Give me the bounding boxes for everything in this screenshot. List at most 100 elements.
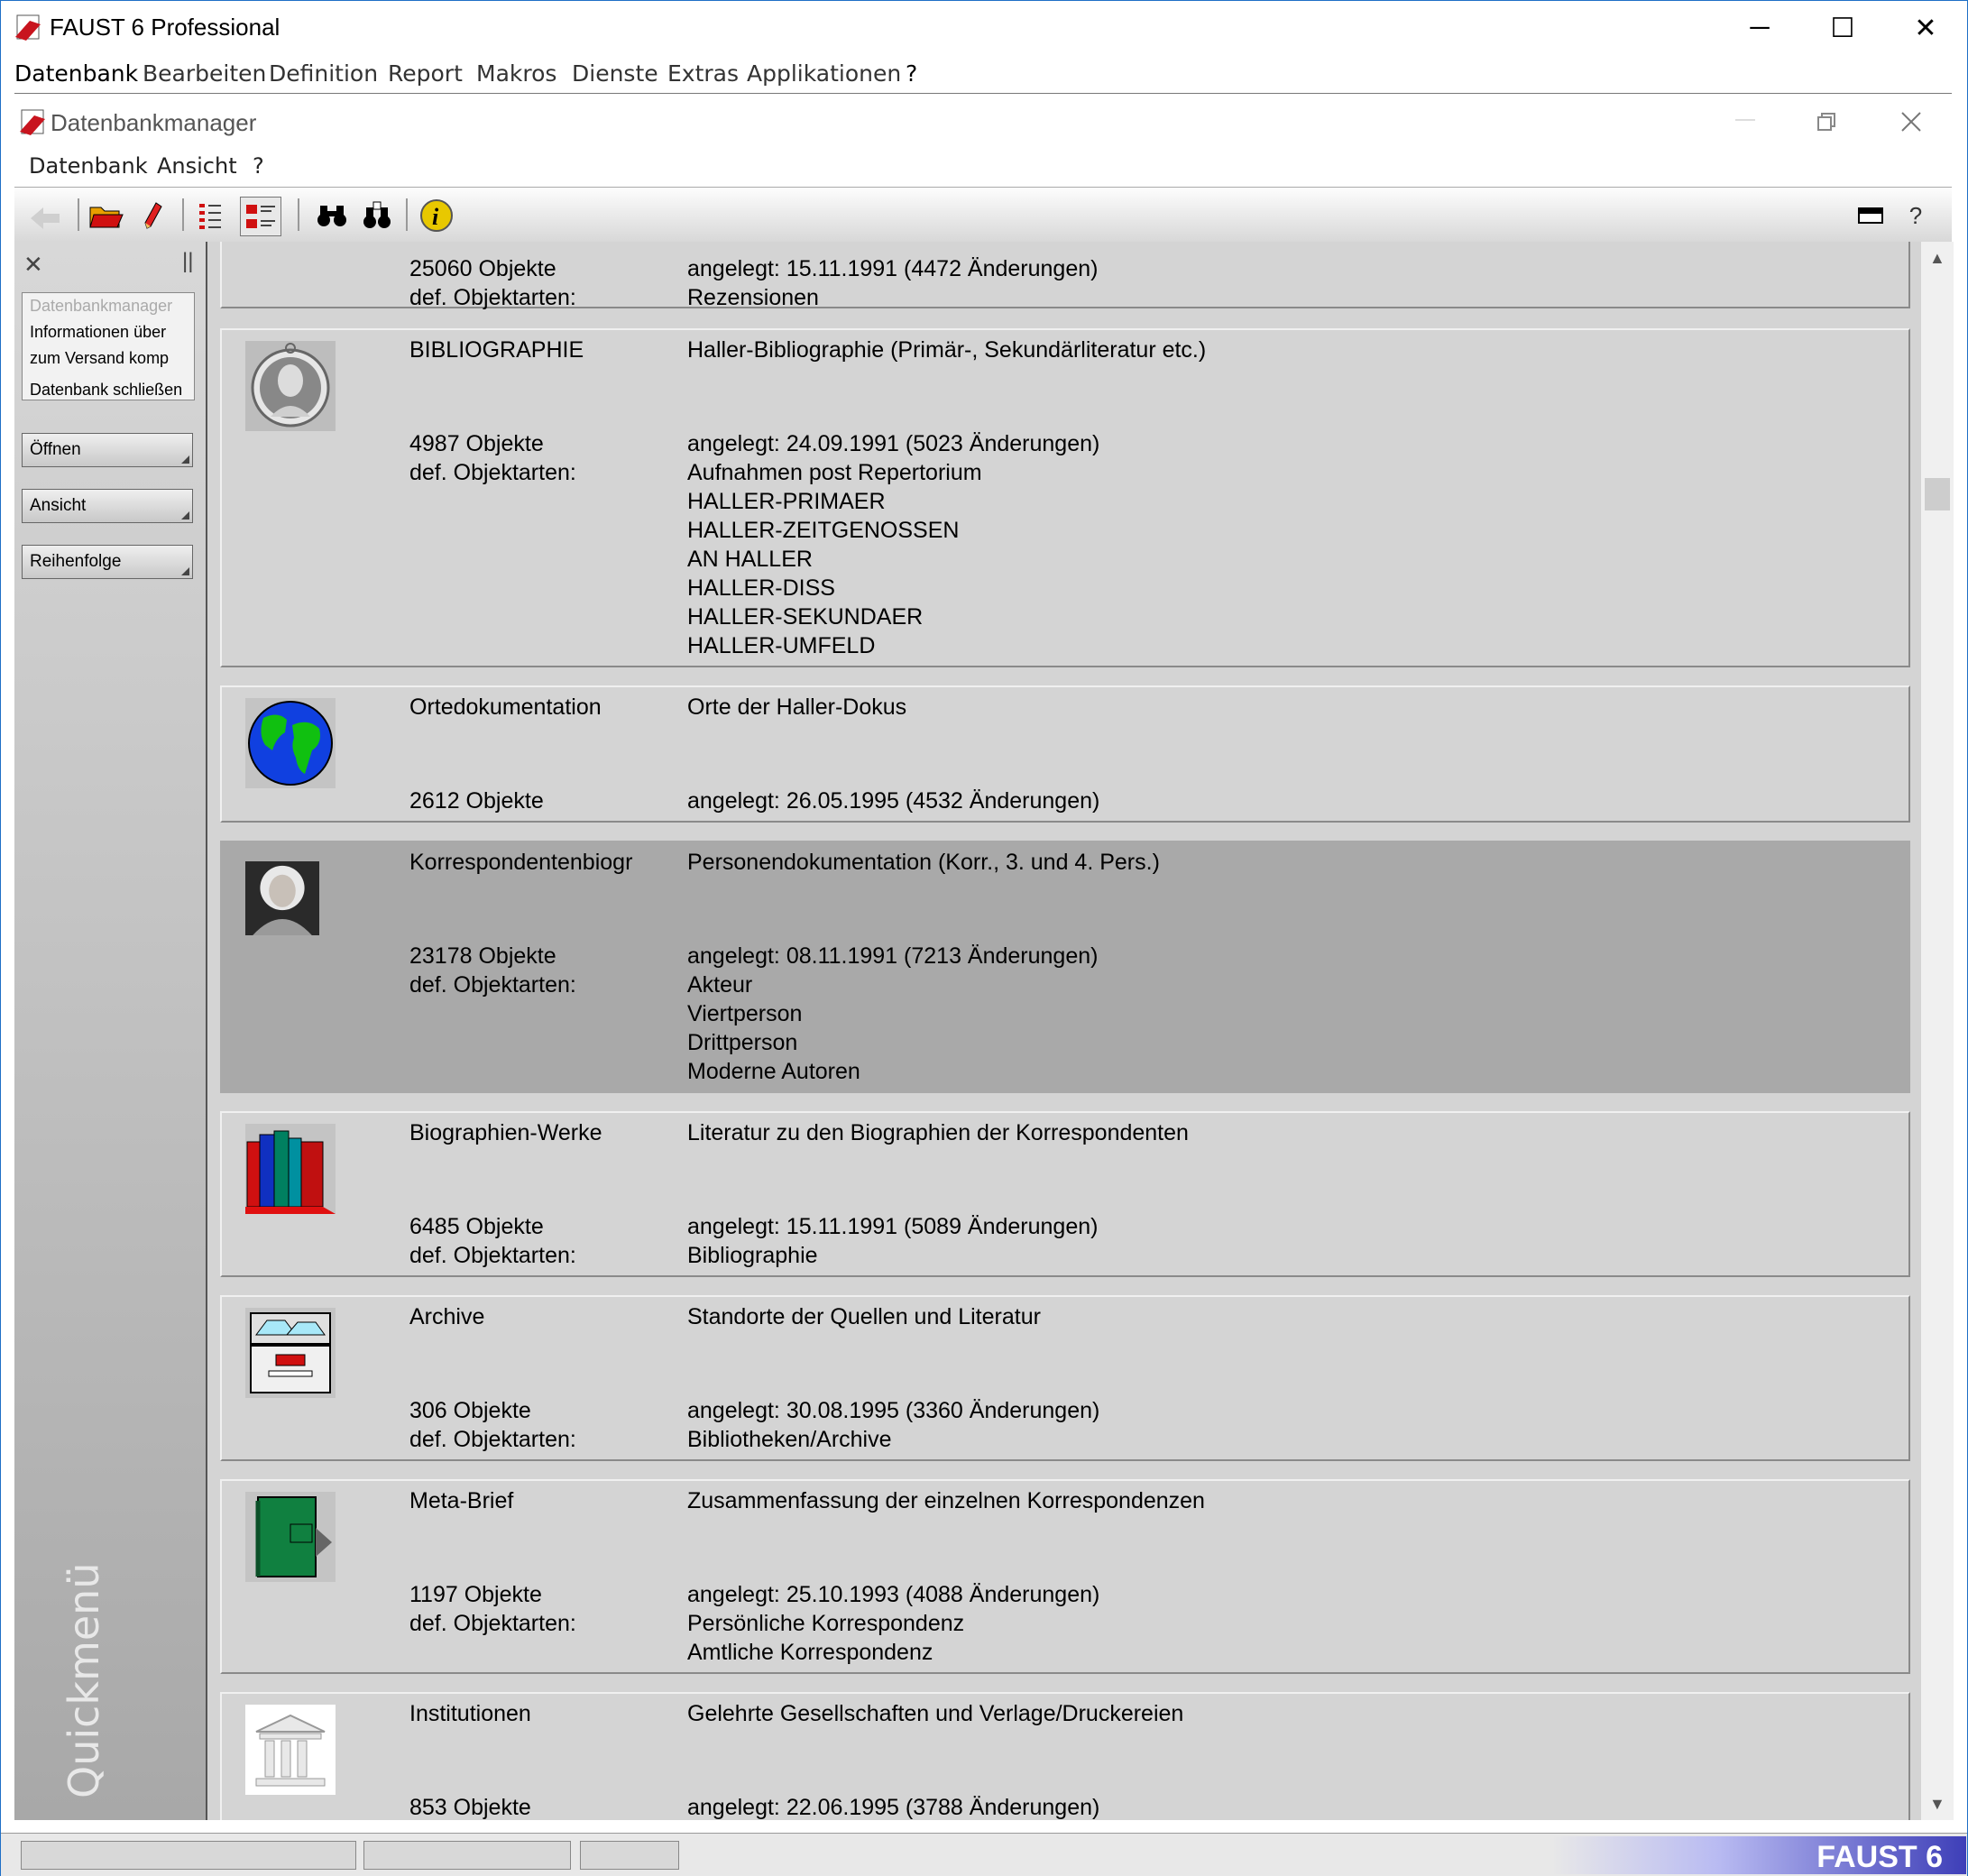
database-card[interactable]: Biographien-Werke Literatur zu den Biogr… bbox=[220, 1111, 1910, 1277]
quickmenu-watermark: Quickmenü bbox=[60, 1562, 108, 1799]
window-title: FAUST 6 Professional bbox=[50, 14, 280, 41]
info-icon[interactable]: i bbox=[417, 197, 456, 234]
db-types-label: def. Objektarten: bbox=[409, 1243, 576, 1268]
menu-dienste[interactable]: Dienste bbox=[572, 60, 658, 87]
order-button-label: Reihenfolge bbox=[30, 552, 122, 571]
menu-applikationen[interactable]: Applikationen bbox=[747, 60, 901, 87]
db-type: Drittperson bbox=[687, 1030, 798, 1055]
db-name: Ortedokumentation bbox=[409, 694, 602, 720]
menu-datenbank[interactable]: Datenbank bbox=[14, 60, 138, 87]
status-panel bbox=[580, 1841, 679, 1870]
toolbar-separator bbox=[182, 198, 184, 231]
inner-minimize-button[interactable] bbox=[1735, 119, 1755, 121]
database-card-selected[interactable]: Korrespondentenbiogr Personendokumentati… bbox=[220, 841, 1910, 1093]
globe-icon bbox=[245, 698, 336, 788]
db-created: angelegt: 25.10.1993 (4088 Änderungen) bbox=[687, 1582, 1100, 1607]
list-view-icon[interactable] bbox=[191, 197, 231, 234]
db-description: Gelehrte Gesellschaften und Verlage/Druc… bbox=[687, 1701, 1184, 1726]
portrait-icon bbox=[245, 861, 319, 935]
db-types-label: def. Objektarten: bbox=[409, 972, 576, 998]
dbmenu-datenbank[interactable]: Datenbank bbox=[29, 153, 148, 179]
back-icon[interactable] bbox=[25, 197, 65, 234]
dbmenu-help[interactable]: ? bbox=[253, 153, 264, 179]
svg-text:i: i bbox=[432, 204, 439, 230]
view-button[interactable]: Ansicht bbox=[22, 489, 193, 523]
view-button-label: Ansicht bbox=[30, 496, 87, 515]
database-card[interactable]: Ortedokumentation Orte der Haller-Dokus … bbox=[220, 685, 1910, 823]
inner-close-button[interactable] bbox=[1898, 108, 1925, 135]
vertical-scrollbar[interactable]: ▲ ▼ bbox=[1921, 242, 1954, 1820]
menu-definition[interactable]: Definition bbox=[269, 60, 378, 87]
dbmanager-title: Datenbankmanager bbox=[51, 109, 257, 136]
quickmenu-close-icon[interactable]: ✕ bbox=[23, 251, 43, 279]
db-count: 2612 Objekte bbox=[409, 788, 544, 814]
help-icon[interactable]: ? bbox=[1896, 197, 1936, 234]
db-description: Standorte der Quellen und Literatur bbox=[687, 1304, 1041, 1329]
db-type: HALLER-SEKUNDAER bbox=[687, 604, 924, 630]
database-card[interactable]: Archive Standorte der Quellen und Litera… bbox=[220, 1295, 1910, 1461]
database-card[interactable]: Institutionen Gelehrte Gesellschaften un… bbox=[220, 1692, 1910, 1820]
inner-restore-button[interactable] bbox=[1815, 110, 1838, 133]
green-binder-icon bbox=[245, 1492, 336, 1582]
title-bar: FAUST 6 Professional ─ ☐ ✕ bbox=[1, 1, 1967, 55]
db-name: Archive bbox=[409, 1304, 485, 1329]
db-name: Meta-Brief bbox=[409, 1488, 514, 1513]
scroll-up-icon[interactable]: ▲ bbox=[1929, 249, 1945, 268]
db-created: angelegt: 30.08.1995 (3360 Änderungen) bbox=[687, 1398, 1100, 1423]
quickmenu-list-item[interactable]: Datenbank schließen bbox=[23, 377, 194, 400]
menu-bearbeiten[interactable]: Bearbeiten bbox=[143, 60, 266, 87]
db-created: angelegt: 15.11.1991 (4472 Änderungen) bbox=[687, 256, 1099, 281]
quickmenu-list-item[interactable]: Datenbankmanager bbox=[23, 293, 194, 319]
minimize-button[interactable]: ─ bbox=[1718, 1, 1801, 55]
toolbar-separator bbox=[406, 198, 408, 231]
database-card[interactable]: BIBLIOGRAPHIE Haller-Bibliographie (Prim… bbox=[220, 328, 1910, 667]
db-name: Institutionen bbox=[409, 1701, 531, 1726]
scroll-thumb[interactable] bbox=[1925, 478, 1950, 510]
db-type: HALLER-UMFELD bbox=[687, 633, 876, 658]
db-count: 853 Objekte bbox=[409, 1795, 531, 1820]
db-created: angelegt: 15.11.1991 (5089 Änderungen) bbox=[687, 1214, 1099, 1239]
database-list: 25060 Objekte angelegt: 15.11.1991 (4472… bbox=[207, 242, 1921, 1820]
db-type: HALLER-DISS bbox=[687, 575, 835, 601]
main-menu-bar: Datenbank Bearbeiten Definition Report M… bbox=[1, 55, 1967, 93]
db-count: 25060 Objekte bbox=[409, 256, 556, 281]
binoculars-filter-icon[interactable] bbox=[357, 197, 397, 234]
order-button[interactable]: Reihenfolge bbox=[22, 545, 193, 579]
menu-report[interactable]: Report bbox=[388, 60, 463, 87]
edit-pencil-icon[interactable] bbox=[132, 197, 171, 234]
toolbar: i ? bbox=[14, 187, 1952, 243]
file-cabinet-icon bbox=[245, 1308, 336, 1398]
db-type: AN HALLER bbox=[687, 547, 813, 572]
menu-extras[interactable]: Extras bbox=[667, 60, 739, 87]
db-type: Persönliche Korrespondenz bbox=[687, 1611, 965, 1636]
detail-view-icon[interactable] bbox=[240, 197, 281, 236]
binoculars-icon[interactable] bbox=[312, 197, 352, 234]
toolbar-separator bbox=[78, 198, 79, 231]
database-card[interactable]: 25060 Objekte angelegt: 15.11.1991 (4472… bbox=[220, 242, 1910, 310]
db-description: Haller-Bibliographie (Primär-, Sekundärl… bbox=[687, 337, 1207, 363]
database-card[interactable]: Meta-Brief Zusammenfassung der einzelnen… bbox=[220, 1479, 1910, 1674]
panel-icon[interactable] bbox=[1851, 197, 1890, 234]
scroll-down-icon[interactable]: ▼ bbox=[1929, 1795, 1945, 1814]
open-button[interactable]: Öffnen bbox=[22, 433, 193, 467]
db-types-label: def. Objektarten: bbox=[409, 1427, 576, 1452]
db-types-label: def. Objektarten: bbox=[409, 285, 576, 310]
menu-help[interactable]: ? bbox=[906, 60, 917, 87]
dbmenu-ansicht[interactable]: Ansicht bbox=[157, 153, 237, 179]
db-types-label: def. Objektarten: bbox=[409, 1611, 576, 1636]
menu-makros[interactable]: Makros bbox=[476, 60, 556, 87]
db-name: Biographien-Werke bbox=[409, 1120, 602, 1145]
institution-building-icon bbox=[245, 1705, 336, 1795]
status-panel bbox=[21, 1841, 356, 1870]
open-folder-icon[interactable] bbox=[87, 197, 126, 234]
close-button[interactable]: ✕ bbox=[1884, 1, 1967, 55]
quickmenu-list-item[interactable]: Informationen über bbox=[23, 319, 194, 345]
db-description: Orte der Haller-Dokus bbox=[687, 694, 907, 720]
maximize-button[interactable]: ☐ bbox=[1801, 1, 1884, 55]
dbmanager-title-bar: Datenbankmanager bbox=[14, 93, 1952, 150]
status-panel bbox=[363, 1841, 571, 1870]
quickmenu-pin-icon[interactable]: || bbox=[182, 249, 193, 274]
quickmenu-list-item[interactable]: zum Versand komp bbox=[23, 345, 194, 372]
db-count: 6485 Objekte bbox=[409, 1214, 544, 1239]
faust-app-icon bbox=[15, 14, 41, 41]
